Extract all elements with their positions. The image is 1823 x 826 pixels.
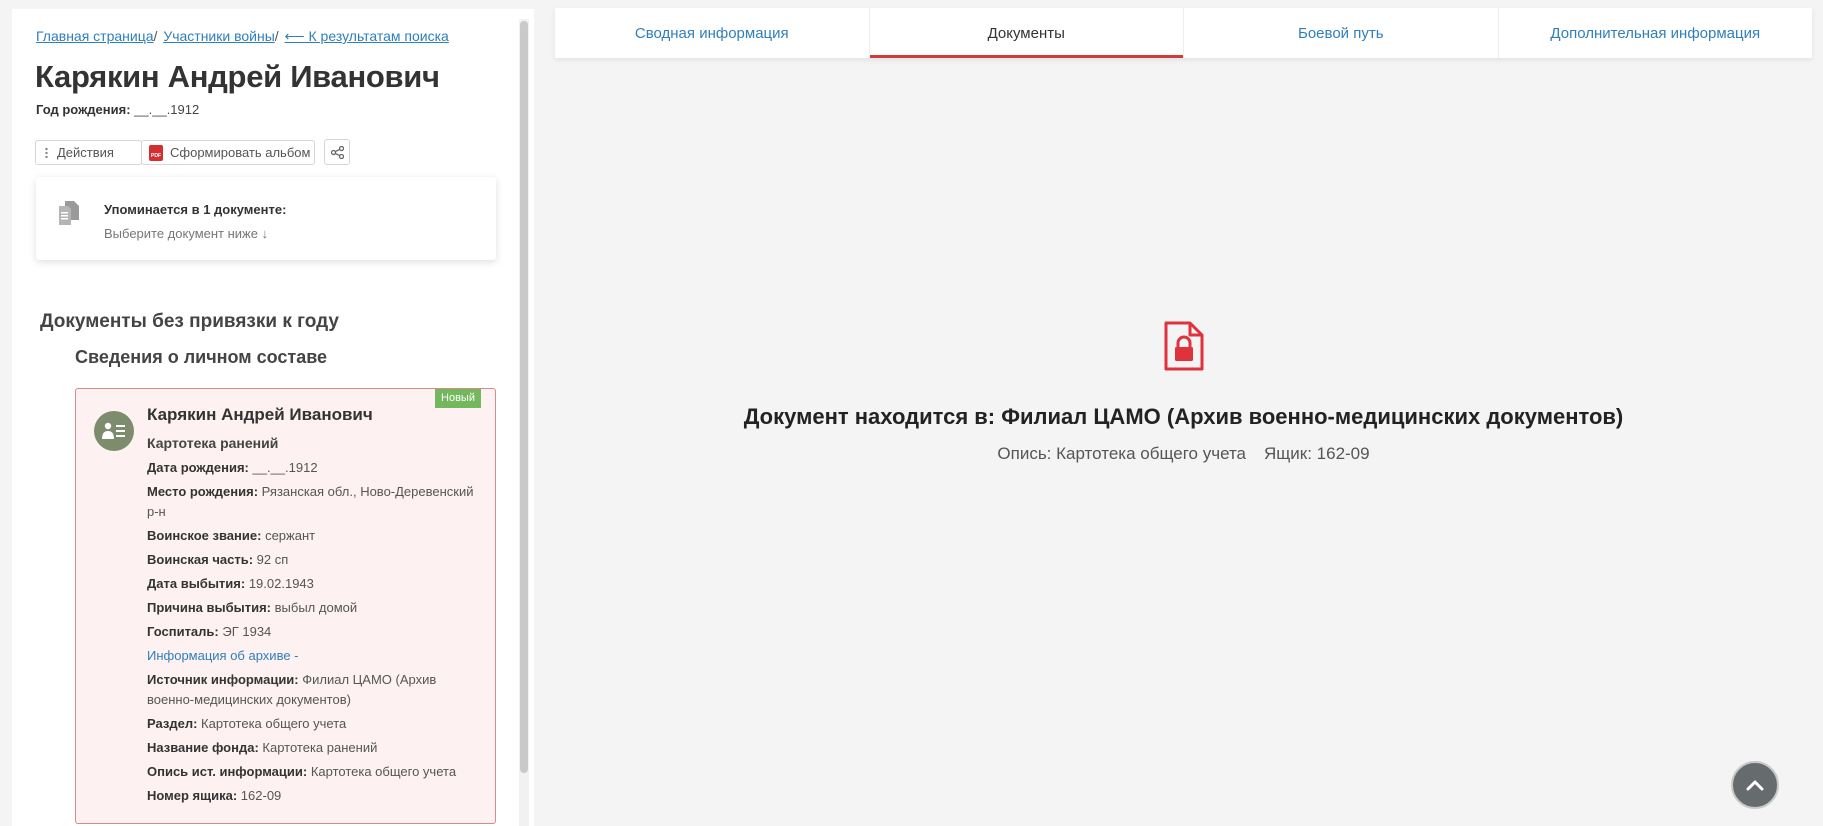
- card-field-row: Название фонда: Картотека ранений: [147, 738, 487, 758]
- chevron-up-icon: [1746, 780, 1764, 791]
- tab-documents[interactable]: Документы: [869, 8, 1184, 58]
- field-value: Картотека общего учета: [310, 764, 457, 779]
- card-field-row: Дата выбытия: 19.02.1943: [147, 574, 487, 594]
- field-label: Госпиталь:: [147, 624, 219, 639]
- document-inventory: Опись: Картотека общего учета: [997, 444, 1247, 463]
- field-value: выбыл домой: [274, 600, 358, 615]
- document-copy-icon: [59, 201, 79, 225]
- field-label: Дата выбытия:: [147, 576, 246, 591]
- breadcrumb: Главная страница/ Участники войны/ ⟵ К р…: [36, 28, 449, 45]
- card-field-row: Дата рождения: __.__.1912: [147, 458, 487, 478]
- field-label: Опись ист. информации:: [147, 764, 308, 779]
- field-label: Источник информации:: [147, 672, 299, 687]
- field-label: Воинская часть:: [147, 552, 254, 567]
- tab-additional-info[interactable]: Дополнительная информация: [1499, 8, 1813, 58]
- card-fields: Дата рождения: __.__.1912 Место рождения…: [147, 458, 487, 810]
- card-document-type: Картотека ранений: [147, 435, 279, 451]
- card-field-row: Госпиталь: ЭГ 1934: [147, 622, 487, 642]
- new-badge: Новый: [435, 389, 481, 408]
- field-value: 19.02.1943: [248, 576, 314, 591]
- section-personnel: Сведения о личном составе: [75, 347, 328, 367]
- card-field-row: Причина выбытия: выбыл домой: [147, 598, 487, 618]
- document-card[interactable]: Новый Карякин Андрей Иванович Картотека …: [75, 388, 496, 824]
- card-field-row: Воинское звание: сержант: [147, 526, 487, 546]
- field-value: 92 сп: [256, 552, 289, 567]
- field-value: __.__.1912: [252, 460, 318, 475]
- birth-year: Год рождения: __.__.1912: [36, 102, 199, 117]
- card-field-row: Воинская часть: 92 сп: [147, 550, 487, 570]
- field-label: Раздел:: [147, 716, 198, 731]
- pdf-icon: PDF: [149, 144, 163, 161]
- field-label: Дата рождения:: [147, 460, 249, 475]
- card-field-row: Место рождения: Рязанская обл., Ново-Дер…: [147, 482, 487, 522]
- breadcrumb-home-link[interactable]: Главная страница: [36, 28, 154, 44]
- card-field-row: Опись ист. информации: Картотека общего …: [147, 762, 487, 782]
- document-location: Документ находится в: Филиал ЦАМО (Архив…: [743, 404, 1624, 429]
- mention-subtitle: Выберите документ ниже ↓: [104, 226, 269, 241]
- birth-year-value: __.__.1912: [134, 102, 200, 117]
- card-field-row: Номер ящика: 162-09: [147, 786, 487, 806]
- field-label: Номер ящика:: [147, 788, 238, 803]
- share-button[interactable]: [324, 139, 350, 165]
- scrollbar-thumb[interactable]: [520, 21, 528, 773]
- create-album-button-label: Сформировать альбом: [170, 145, 311, 160]
- field-value: Картотека общего учета: [201, 716, 347, 731]
- card-field-row: Источник информации: Филиал ЦАМО (Архив …: [147, 670, 487, 710]
- field-label: Воинское звание:: [147, 528, 262, 543]
- actions-button[interactable]: Действия: [35, 140, 142, 165]
- page-title: Карякин Андрей Иванович: [35, 59, 440, 94]
- card-field-row: Раздел: Картотека общего учета: [147, 714, 487, 734]
- back-to-results-link[interactable]: ⟵ К результатам поиска: [285, 28, 449, 44]
- field-value: 162-09: [240, 788, 282, 803]
- actions-button-label: Действия: [57, 145, 114, 160]
- document-meta: Опись: Картотека общего учета Ящик: 162-0…: [555, 444, 1812, 464]
- locked-document-icon: [1164, 321, 1204, 371]
- tab-summary[interactable]: Сводная информация: [555, 8, 870, 58]
- field-label: Причина выбытия:: [147, 600, 272, 615]
- left-panel: Главная страница/ Участники войны/ ⟵ К р…: [12, 9, 534, 826]
- share-icon: [330, 145, 344, 159]
- section-no-year: Документы без привязки к году: [40, 311, 339, 332]
- field-value: ЭГ 1934: [222, 624, 272, 639]
- document-box: Ящик: 162-09: [1264, 444, 1370, 463]
- tab-combat-path[interactable]: Боевой путь: [1184, 8, 1499, 58]
- breadcrumb-separator: /: [153, 28, 158, 44]
- field-label: Название фонда:: [147, 740, 259, 755]
- birth-year-label: Год рождения:: [36, 102, 131, 117]
- more-vertical-icon: [45, 147, 48, 158]
- create-album-button[interactable]: PDF Сформировать альбом: [141, 140, 315, 165]
- field-value: Картотека ранений: [262, 740, 378, 755]
- field-value: сержант: [265, 528, 316, 543]
- breadcrumb-participants-link[interactable]: Участники войны: [163, 28, 274, 44]
- tab-bar: Сводная информация Документы Боевой путь…: [555, 8, 1812, 58]
- archive-info-link[interactable]: Информация об архиве -: [147, 646, 487, 666]
- mention-card: Упоминается в 1 документе: Выберите доку…: [36, 177, 496, 260]
- breadcrumb-separator: /: [274, 28, 279, 44]
- scroll-to-top-button[interactable]: [1731, 761, 1779, 809]
- field-label: Место рождения:: [147, 484, 259, 499]
- mention-title: Упоминается в 1 документе:: [104, 202, 287, 217]
- person-card-icon: [94, 411, 134, 451]
- card-person-name: Карякин Андрей Иванович: [147, 405, 373, 424]
